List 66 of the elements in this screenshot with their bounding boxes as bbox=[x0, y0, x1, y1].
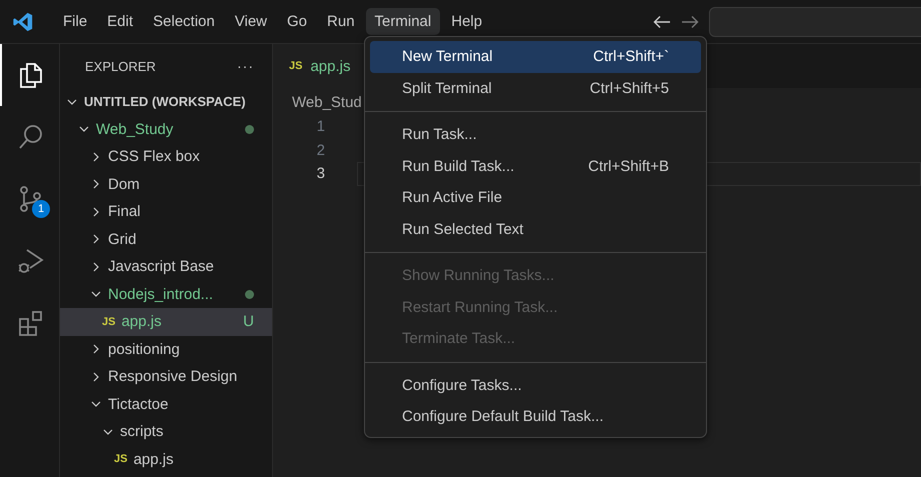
menu-item[interactable]: Run Task... bbox=[370, 119, 701, 150]
line-number: 1 bbox=[316, 118, 325, 136]
git-status: U bbox=[243, 313, 254, 330]
tree-label: UNTITLED (WORKSPACE) bbox=[84, 94, 246, 110]
tree-label: Grid bbox=[108, 230, 136, 248]
menu-item[interactable]: Configure Default Build Task... bbox=[370, 401, 701, 432]
tree-label: Responsive Design bbox=[108, 368, 238, 386]
menu-item[interactable]: Help bbox=[442, 8, 492, 35]
shortcut-text: Ctrl+Shift+` bbox=[593, 48, 669, 66]
menu-item[interactable]: Terminal bbox=[366, 8, 440, 35]
command-center-field[interactable] bbox=[709, 6, 921, 36]
tree-item[interactable]: Tictactoe bbox=[60, 390, 272, 418]
tree-item[interactable]: JS app.js U bbox=[60, 308, 272, 336]
line-number: 2 bbox=[316, 142, 325, 159]
tree-label: positioning bbox=[108, 340, 180, 358]
js-file-icon: JS bbox=[102, 316, 116, 328]
menu-item[interactable]: Edit bbox=[98, 8, 142, 35]
menu-item[interactable]: Go bbox=[278, 8, 316, 35]
tree-label: Nodejs_introd... bbox=[108, 286, 214, 303]
js-file-icon: JS bbox=[289, 60, 302, 72]
menu-item[interactable]: Run bbox=[318, 8, 364, 35]
tree-label: Final bbox=[108, 203, 141, 220]
tree-item[interactable]: Responsive Design bbox=[60, 363, 272, 390]
js-file-icon: JS bbox=[114, 453, 128, 466]
forward-arrow-icon[interactable] bbox=[681, 14, 699, 28]
app-logo-icon bbox=[12, 10, 34, 32]
tree-item[interactable]: Final bbox=[60, 198, 272, 226]
search-icon bbox=[16, 123, 44, 151]
shortcut-text: Ctrl+Shift+5 bbox=[590, 80, 669, 97]
tree-item[interactable]: Dom bbox=[60, 170, 272, 198]
tree-item[interactable]: UNTITLED (WORKSPACE) bbox=[60, 88, 272, 116]
tree-label: scripts bbox=[120, 423, 164, 440]
extensions-icon bbox=[16, 309, 44, 337]
count-badge: 1 bbox=[32, 200, 50, 218]
more-actions-button[interactable]: ··· bbox=[235, 56, 256, 76]
activity-button[interactable]: 1 bbox=[0, 168, 59, 230]
tree-item[interactable]: JS app.js bbox=[60, 446, 272, 473]
tree-item[interactable]: CSS Flex box bbox=[60, 143, 272, 170]
tree-item[interactable]: scripts bbox=[60, 418, 272, 446]
menu-item[interactable]: View bbox=[226, 8, 276, 35]
menu-item[interactable]: Configure Tasks... bbox=[370, 370, 701, 401]
tree-label: Web_Study bbox=[96, 120, 174, 138]
tree-item[interactable]: Web_Study bbox=[60, 116, 272, 143]
menu-item[interactable]: New Terminal Ctrl+Shift+` bbox=[370, 41, 701, 72]
menu-item[interactable]: Selection bbox=[144, 8, 224, 35]
tree-label: Tictactoe bbox=[108, 396, 168, 413]
tree-label: Dom bbox=[108, 176, 140, 193]
menu-item[interactable]: Split Terminal Ctrl+Shift+5 bbox=[370, 72, 701, 104]
run-debug-icon bbox=[16, 247, 44, 275]
menu-item[interactable]: Run Selected Text bbox=[370, 214, 701, 245]
tree-label: app.js bbox=[121, 313, 162, 330]
tree-label: CSS Flex box bbox=[108, 148, 200, 166]
tree-label: app.js bbox=[133, 450, 174, 468]
tree-item[interactable]: Grid bbox=[60, 226, 272, 253]
tree-label: Javascript Base bbox=[108, 258, 214, 276]
shortcut-text: Ctrl+Shift+B bbox=[588, 158, 669, 175]
line-number: 3 bbox=[316, 165, 325, 182]
tree-item[interactable]: Javascript Base bbox=[60, 253, 272, 280]
back-arrow-icon[interactable] bbox=[653, 14, 671, 28]
menu-item[interactable]: File bbox=[54, 8, 96, 35]
menu-item[interactable]: Run Active File bbox=[370, 182, 701, 214]
editor-tab[interactable]: JS app.js bbox=[273, 44, 364, 88]
tree-item[interactable]: positioning bbox=[60, 336, 272, 363]
tree-item[interactable]: Nodejs_introd... bbox=[60, 280, 272, 308]
sidebar-title: EXPLORER bbox=[85, 58, 156, 74]
menu-item[interactable]: Run Build Task... Ctrl+Shift+B bbox=[370, 150, 701, 182]
